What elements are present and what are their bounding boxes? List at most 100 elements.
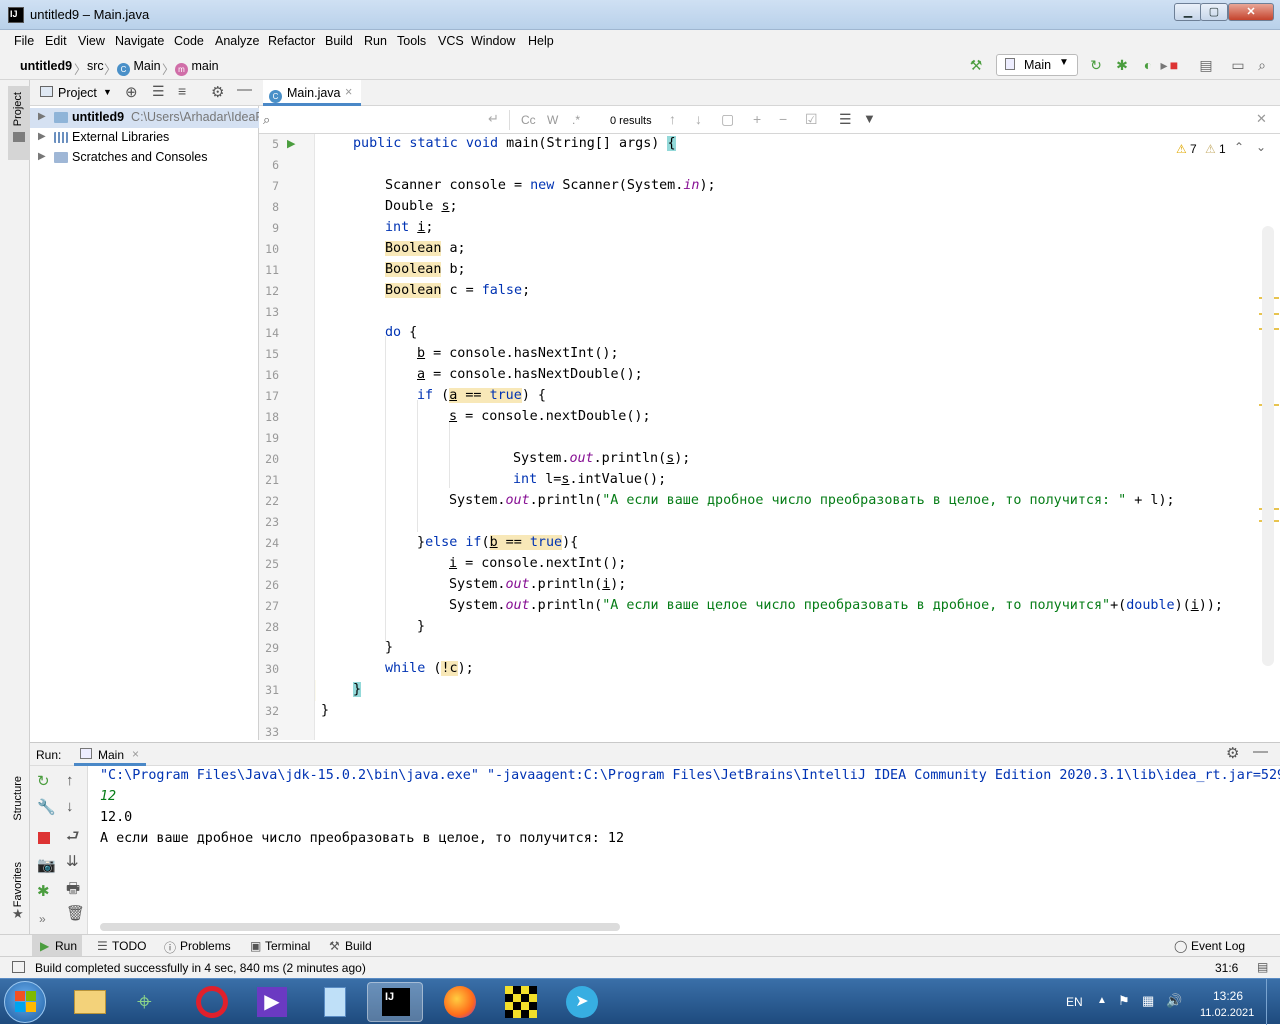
words-toggle[interactable]: W xyxy=(547,113,558,127)
trash-icon[interactable]: 🗑 xyxy=(66,904,85,922)
menu-vcs[interactable]: VCS xyxy=(438,34,464,48)
warning-icon[interactable]: ⚠ xyxy=(1176,142,1187,156)
rerun-icon[interactable]: ↻ xyxy=(37,772,50,790)
project-tool-tab[interactable]: Project xyxy=(12,92,24,126)
minimize-button[interactable]: ▁ xyxy=(1174,3,1202,21)
stop-icon[interactable]: ■ xyxy=(1166,57,1182,73)
favorites-tool-tab[interactable]: Favorites xyxy=(12,862,24,907)
tool-tab-todo[interactable]: TODO xyxy=(112,939,146,953)
close-button[interactable]: ✕ xyxy=(1228,3,1274,21)
lock-icon[interactable]: ▤ xyxy=(1257,960,1268,974)
taskbar-opera[interactable] xyxy=(184,982,240,1022)
debug-bug-icon[interactable]: ✱ xyxy=(1114,57,1130,73)
tool-tab-event-log[interactable]: Event Log xyxy=(1191,939,1245,953)
select-all-occurrences-icon[interactable]: ▢ xyxy=(721,111,734,128)
expand-all-icon[interactable]: ☰ xyxy=(152,83,165,100)
breadcrumb-project[interactable]: untitled9 xyxy=(20,59,72,73)
chevron-up-icon[interactable]: ⌃ xyxy=(1234,140,1244,154)
new-line-icon[interactable]: ↵ xyxy=(488,111,499,127)
hammer-build-icon[interactable]: ⚒ xyxy=(968,57,984,73)
taskbar-firefox[interactable] xyxy=(432,982,488,1022)
menu-analyze[interactable]: Analyze xyxy=(215,34,259,48)
close-tab-icon[interactable]: × xyxy=(132,747,139,761)
rerun-icon[interactable]: ↻ xyxy=(1088,57,1104,73)
collapse-all-icon[interactable]: ≡ xyxy=(178,83,186,99)
network-icon[interactable]: ▦ xyxy=(1142,993,1154,1009)
editor-scrollbar[interactable] xyxy=(1262,226,1274,666)
arrow-down-icon[interactable]: ↓ xyxy=(66,798,74,815)
caret-position[interactable]: 31:6 xyxy=(1215,961,1238,975)
camera-icon[interactable]: 📷 xyxy=(37,856,56,874)
regex-toggle[interactable]: .* xyxy=(572,113,580,127)
menu-file[interactable]: File xyxy=(14,34,34,48)
keyboard-language[interactable]: EN xyxy=(1066,995,1083,1009)
warning-count[interactable]: 7 xyxy=(1190,142,1197,156)
arrow-up-icon[interactable]: ↑ xyxy=(66,772,74,789)
locate-crosshair-icon[interactable]: ⊕ xyxy=(125,83,138,101)
gear-icon[interactable]: ⚙ xyxy=(1226,744,1239,762)
console-output[interactable]: "C:\Program Files\Java\jdk-15.0.2\bin\ja… xyxy=(88,766,1280,934)
menu-build[interactable]: Build xyxy=(325,34,353,48)
breadcrumb-method[interactable]: m main xyxy=(175,59,219,76)
menu-tools[interactable]: Tools xyxy=(397,34,426,48)
find-input[interactable] xyxy=(279,110,505,130)
status-message[interactable]: Build completed successfully in 4 sec, 8… xyxy=(35,961,366,975)
volume-icon[interactable]: 🔊 xyxy=(1166,993,1182,1009)
print-icon[interactable]: 🖶 xyxy=(66,878,80,903)
run-configuration-select[interactable]: Main ▼ xyxy=(996,54,1078,76)
coverage-icon[interactable]: ◐ xyxy=(1140,57,1156,73)
menu-window[interactable]: Window xyxy=(471,34,515,48)
add-occurrence-icon[interactable]: + xyxy=(753,111,761,127)
tab-main-java[interactable]: C Main.java × xyxy=(263,80,361,106)
action-center-flag-icon[interactable]: ⚑ xyxy=(1118,993,1130,1009)
breadcrumb-src[interactable]: src xyxy=(87,59,104,73)
chevron-down-icon[interactable]: ⌄ xyxy=(1256,140,1266,154)
select-all-icon[interactable]: ☑ xyxy=(805,111,818,128)
remove-occurrence-icon[interactable]: − xyxy=(779,111,787,127)
taskbar-android-studio[interactable]: ⌖ xyxy=(123,982,179,1022)
taskbar-explorer[interactable] xyxy=(62,982,118,1022)
terminal-window-icon[interactable]: ▭ xyxy=(1230,57,1246,73)
wrench-icon[interactable]: 🔧 xyxy=(37,798,56,816)
taskbar-notepad[interactable] xyxy=(306,982,362,1022)
tree-row-external-libraries[interactable]: ▶ External Libraries xyxy=(30,128,259,148)
menu-help[interactable]: Help xyxy=(528,34,554,48)
weak-warning-count[interactable]: 1 xyxy=(1219,142,1226,156)
tree-row-scratches[interactable]: ▶ Scratches and Consoles xyxy=(30,148,259,168)
hide-panel-icon[interactable]: — xyxy=(237,81,252,98)
soft-wrap-icon[interactable]: ⮐ xyxy=(66,826,80,851)
run-gutter-icon[interactable]: ▶ xyxy=(287,137,295,150)
taskbar-game[interactable] xyxy=(493,982,549,1022)
tool-tab-problems[interactable]: Problems xyxy=(180,939,231,953)
scroll-to-end-icon[interactable]: ⇊ xyxy=(66,852,79,870)
tool-windows-icon[interactable] xyxy=(12,961,25,973)
console-hscrollbar[interactable] xyxy=(100,923,620,931)
filter-options-icon[interactable]: ☰ xyxy=(839,111,852,128)
stop-icon[interactable] xyxy=(38,832,50,844)
run-tab-main[interactable]: Main × xyxy=(74,743,146,766)
more-actions-icon[interactable]: » xyxy=(39,912,46,926)
tool-tab-terminal[interactable]: Terminal xyxy=(265,939,310,953)
taskbar-telegram[interactable]: ➤ xyxy=(554,982,610,1022)
menu-navigate[interactable]: Navigate xyxy=(115,34,164,48)
tool-tab-run[interactable]: Run xyxy=(55,939,77,953)
menu-code[interactable]: Code xyxy=(174,34,204,48)
gear-icon[interactable]: ⚙ xyxy=(211,83,224,101)
clock-time[interactable]: 13:26 xyxy=(1213,989,1243,1003)
hide-panel-icon[interactable]: — xyxy=(1253,743,1268,760)
search-everywhere-icon[interactable]: ⌕ xyxy=(1254,57,1270,73)
taskbar-visual-studio[interactable]: ▶ xyxy=(245,982,301,1022)
maximize-button[interactable]: ▢ xyxy=(1200,3,1228,21)
show-desktop-button[interactable] xyxy=(1266,979,1280,1025)
weak-warning-icon[interactable]: ⚠ xyxy=(1205,142,1216,156)
clock-date[interactable]: 11.02.2021 xyxy=(1200,1007,1254,1019)
project-view-select[interactable]: Project xyxy=(58,86,97,100)
close-find-icon[interactable]: ✕ xyxy=(1256,111,1267,127)
tray-expand-icon[interactable]: ▲ xyxy=(1097,995,1107,1006)
code-editor[interactable]: public static void main(String[] args) {… xyxy=(316,134,1280,740)
project-structure-icon[interactable]: ▤ xyxy=(1198,57,1214,73)
chevron-down-icon[interactable]: ▼ xyxy=(103,87,112,97)
tool-tab-build[interactable]: Build xyxy=(345,939,372,953)
match-case-toggle[interactable]: Cc xyxy=(521,113,536,127)
close-tab-icon[interactable]: × xyxy=(345,85,352,99)
